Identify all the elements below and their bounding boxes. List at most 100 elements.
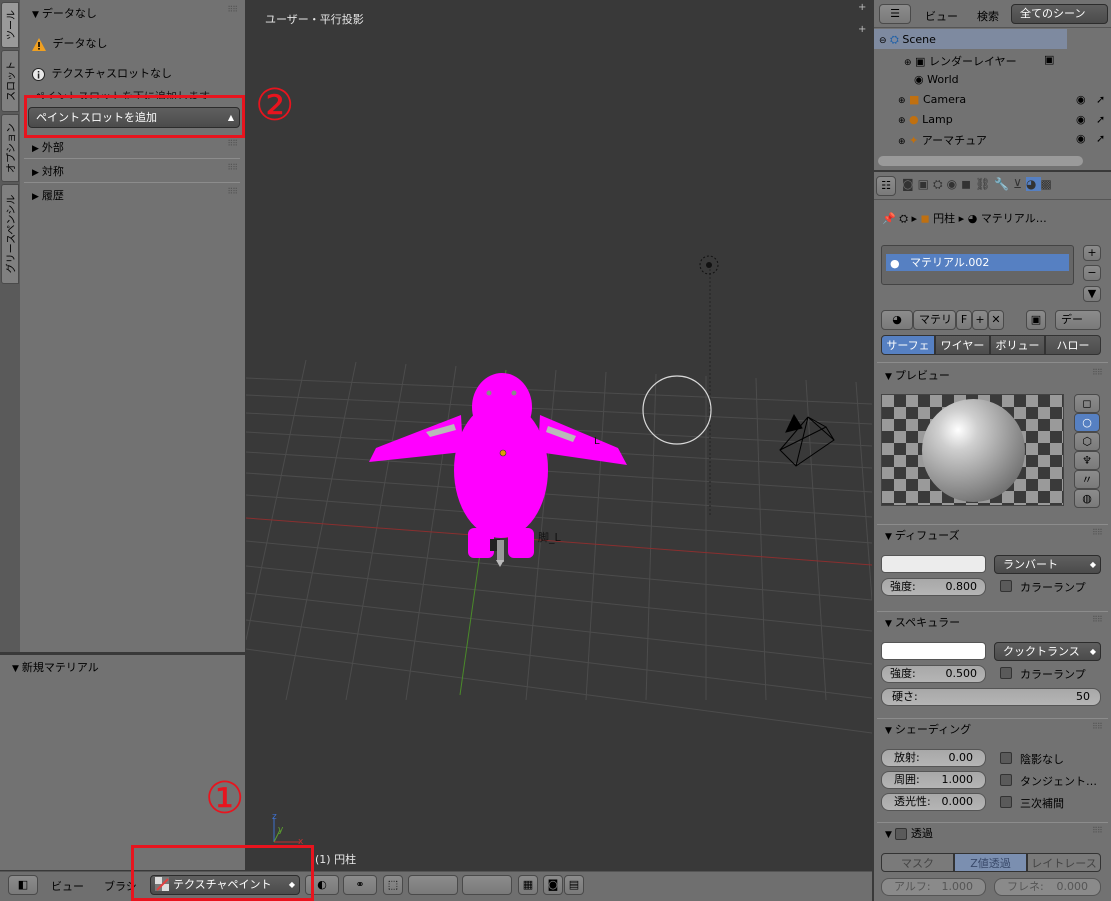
layers-group-2[interactable]: [462, 875, 512, 895]
panel-symmetry-header[interactable]: ▶ 対称 ⠿⠿: [32, 163, 238, 179]
drag-grip-icon[interactable]: ⠿⠿: [1092, 615, 1103, 624]
material-slot-list[interactable]: ● マテリアル.002: [881, 245, 1074, 285]
shading-panel-header[interactable]: ▼ シェーディング: [885, 721, 971, 737]
cursor-arrow-icon[interactable]: ➚: [1096, 113, 1105, 126]
camera-object[interactable]: [779, 413, 835, 467]
drag-grip-icon[interactable]: ⠿⠿: [1092, 722, 1103, 731]
outliner-row-world[interactable]: ◉ World: [914, 73, 1104, 86]
slot-specials-button[interactable]: ▼: [1083, 286, 1101, 302]
monkey-preview-icon[interactable]: ♆: [1074, 451, 1100, 470]
mask-toggle[interactable]: ⬚: [383, 875, 403, 895]
tangent-checkbox[interactable]: [1000, 774, 1012, 786]
unlink-material-button[interactable]: ✕: [988, 310, 1004, 330]
outliner-row-lamp[interactable]: ⊕ ● Lamp ◉ ➚: [898, 113, 1105, 126]
tab-slots[interactable]: スロット: [1, 50, 19, 112]
editor-type-select[interactable]: ☰: [879, 4, 911, 24]
shadeless-checkbox[interactable]: [1000, 752, 1012, 764]
search-menu[interactable]: 検索: [977, 8, 999, 24]
cube-preview-icon[interactable]: ⬡: [1074, 432, 1100, 451]
outliner-scrollbar[interactable]: [878, 156, 1083, 166]
material-slot-item[interactable]: ● マテリアル.002: [886, 254, 1069, 271]
specular-ramp-checkbox[interactable]: [1000, 667, 1012, 679]
panel-history-header[interactable]: ▶ 履歴 ⠿⠿: [32, 187, 238, 203]
material-name-field[interactable]: マテリ: [913, 310, 956, 330]
view-menu[interactable]: ビュー: [925, 8, 958, 24]
context-tabs[interactable]: ◙▣⛭◉◼⛓🔧⊻◕▩: [902, 177, 1111, 195]
layers-group-1[interactable]: [408, 875, 458, 895]
drag-grip-icon[interactable]: ⠿⠿: [1092, 826, 1103, 835]
hardness-field[interactable]: 硬さ: 50: [881, 688, 1101, 706]
material-browse[interactable]: ◕: [881, 310, 913, 330]
tab-volume[interactable]: ボリュー: [990, 335, 1045, 355]
diffuse-intensity-field[interactable]: 強度: 0.800: [881, 578, 986, 596]
transparency-checkbox[interactable]: [894, 828, 907, 840]
new-material-header[interactable]: ▼ 新規マテリアル: [12, 659, 99, 675]
cursor-arrow-icon[interactable]: ➚: [1096, 132, 1105, 145]
translucency-field[interactable]: 透光性: 0.000: [881, 793, 986, 811]
remove-slot-button[interactable]: −: [1083, 265, 1101, 281]
corner-plus-icon[interactable]: +: [858, 2, 870, 13]
outliner-row-scene[interactable]: ⊖ ⛭ Scene: [879, 33, 1104, 47]
outliner-row-armature[interactable]: ⊕ ✦ アーマチュア ◉ ➚: [898, 132, 1105, 148]
panel-external-header[interactable]: ▶ 外部 ⠿⠿: [32, 139, 238, 155]
render-button[interactable]: ◙: [543, 875, 563, 895]
tab-wire[interactable]: ワイヤー: [935, 335, 990, 355]
link-data-select[interactable]: デー: [1055, 310, 1101, 330]
layer-lock-toggle[interactable]: ▦: [518, 875, 538, 895]
diffuse-color-field[interactable]: [881, 555, 986, 573]
outliner-row-render-layer[interactable]: ⊕ ▣ レンダーレイヤー ▣: [904, 53, 1104, 69]
cursor-arrow-icon[interactable]: ➚: [1096, 93, 1105, 106]
drag-grip-icon[interactable]: ⠿⠿: [227, 187, 238, 196]
pin-icon[interactable]: 📌: [882, 212, 896, 225]
drag-grip-icon[interactable]: ⠿⠿: [227, 163, 238, 172]
3d-viewport[interactable]: ユーザー・平行投影 脚_L L z y x (1) 円柱 + +: [246, 0, 872, 870]
outliner-row-camera[interactable]: ⊕ ■ Camera ◉ ➚: [898, 93, 1105, 106]
view-menu[interactable]: ビュー: [51, 878, 84, 894]
specular-panel-header[interactable]: ▼ スペキュラー: [885, 614, 960, 630]
specular-intensity-field[interactable]: 強度: 0.500: [881, 665, 986, 683]
display-filter-select[interactable]: 全てのシーン: [1011, 4, 1108, 24]
sphere-preview-icon[interactable]: ○: [1074, 413, 1100, 432]
drag-grip-icon[interactable]: ⠿⠿: [1092, 528, 1103, 537]
diffuse-ramp-checkbox[interactable]: [1000, 580, 1012, 592]
node-toggle[interactable]: ▣: [1026, 310, 1046, 330]
drag-grip-icon[interactable]: ⠿⠿: [1092, 368, 1103, 377]
alpha-field[interactable]: アルフ: 1.000: [881, 878, 986, 896]
fake-user-toggle[interactable]: F: [956, 310, 972, 330]
drag-grip-icon[interactable]: ⠿⠿: [227, 5, 238, 14]
transparency-ztransp-tab[interactable]: Z値透過: [954, 853, 1027, 872]
pivot-select[interactable]: ⚭: [343, 875, 377, 895]
tab-tools[interactable]: ツール: [1, 2, 19, 48]
add-slot-button[interactable]: +: [1083, 245, 1101, 261]
diffuse-panel-header[interactable]: ▼ ディフューズ: [885, 527, 960, 543]
tab-surface[interactable]: サーフェ: [881, 335, 935, 355]
transparency-raytrace-tab[interactable]: レイトレース: [1027, 853, 1101, 872]
tab-grease-pencil[interactable]: グリースペンシル: [1, 184, 19, 284]
editor-type-select[interactable]: ◧: [8, 875, 38, 895]
ambient-field[interactable]: 周囲: 1.000: [881, 771, 986, 789]
transparency-mask-tab[interactable]: マスク: [881, 853, 954, 872]
tab-halo[interactable]: ハロー: [1045, 335, 1101, 355]
flat-preview-icon[interactable]: ◻: [1074, 394, 1100, 413]
editor-type-select[interactable]: ☷: [876, 176, 896, 196]
preview-panel-header[interactable]: ▼ プレビュー: [885, 367, 950, 383]
new-material-button[interactable]: +: [972, 310, 988, 330]
specular-shader-select[interactable]: クックトランス ◆: [994, 642, 1101, 661]
render-animation-button[interactable]: ▤: [564, 875, 584, 895]
specular-color-field[interactable]: [881, 642, 986, 660]
transparency-panel-header[interactable]: ▼ 透過: [885, 825, 933, 841]
scene-icon: ⛭ ▸: [899, 212, 918, 225]
fresnel-field[interactable]: フレネ: 0.000: [994, 878, 1101, 896]
emit-field[interactable]: 放射: 0.00: [881, 749, 986, 767]
hair-preview-icon[interactable]: 〃: [1074, 470, 1100, 489]
eye-icon[interactable]: ◉: [1076, 93, 1086, 106]
cubic-checkbox[interactable]: [1000, 796, 1012, 808]
eye-icon[interactable]: ◉: [1076, 113, 1086, 126]
panel-no-data-header[interactable]: ▼ データなし ⠿⠿: [32, 5, 238, 21]
diffuse-shader-select[interactable]: ランバート ◆: [994, 555, 1101, 574]
properties-toggle-icon[interactable]: +: [858, 24, 870, 36]
world-sphere-preview-icon[interactable]: ◍: [1074, 489, 1100, 508]
tab-options[interactable]: オプション: [1, 114, 19, 182]
drag-grip-icon[interactable]: ⠿⠿: [227, 139, 238, 148]
eye-icon[interactable]: ◉: [1076, 132, 1086, 145]
